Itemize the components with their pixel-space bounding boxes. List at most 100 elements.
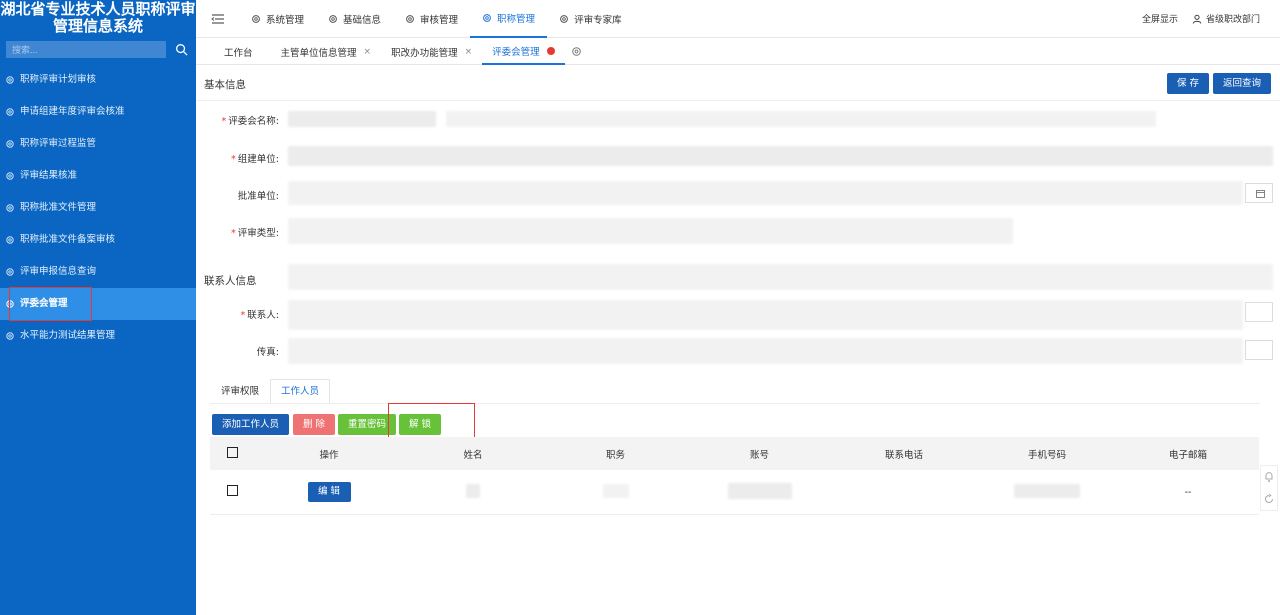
- committee-name-value-extra: [446, 111, 1156, 127]
- refresh-icon[interactable]: [1264, 494, 1274, 504]
- back-to-query-button[interactable]: 返回查询: [1213, 73, 1271, 94]
- gear-icon: [6, 140, 14, 148]
- close-icon[interactable]: ×: [364, 47, 372, 57]
- sidebar-item-declaration-query[interactable]: 评审申报信息查询: [0, 256, 196, 288]
- column-header-account: 账号: [749, 449, 769, 461]
- fax-value: [288, 338, 1243, 364]
- gear-icon: [6, 332, 14, 340]
- tab-settings-icon[interactable]: [571, 46, 582, 57]
- menu-toggle-icon[interactable]: [211, 13, 225, 25]
- table-header: 操作 姓名 职务 账号 联系电话 手机号码 电子邮箱: [210, 437, 1259, 470]
- gear-icon: [6, 204, 14, 212]
- gear-icon: [329, 14, 337, 23]
- subtab-staff[interactable]: 工作人员: [270, 379, 331, 403]
- org-unit-label: * 组建单位:: [231, 154, 279, 165]
- table-row: 编 辑 --: [210, 470, 1259, 515]
- org-unit-value: [288, 146, 1273, 166]
- gear-icon: [6, 76, 14, 84]
- top-menu-label: 系统管理: [266, 14, 305, 26]
- gear-icon: [6, 268, 14, 276]
- top-menu-expert-pool[interactable]: 评审专家库: [547, 0, 634, 38]
- gear-icon: [6, 172, 14, 180]
- contact-person-input[interactable]: [1245, 302, 1273, 322]
- add-staff-button[interactable]: 添加工作人员: [212, 414, 289, 435]
- column-header-position: 职务: [605, 449, 625, 461]
- sidebar-item-label: 职称评审过程监管: [20, 138, 97, 149]
- sidebar-item-annual-committee[interactable]: 申请组建年度评审会核准: [0, 96, 196, 128]
- review-type-value: [288, 218, 1013, 244]
- top-menu: 系统管理 基础信息 审核管理 职称管理 评审专家库: [239, 0, 634, 38]
- sidebar-item-docs-filing[interactable]: 职称批准文件备案审核: [0, 224, 196, 256]
- sidebar-item-label: 职称批准文件备案审核: [20, 234, 116, 245]
- bell-icon[interactable]: [1264, 471, 1274, 483]
- top-right: 全屏显示 省级职改部门: [1142, 12, 1280, 25]
- delete-button[interactable]: 删 除: [293, 414, 335, 435]
- row-checkbox[interactable]: [227, 485, 238, 496]
- basic-info-title: 基本信息: [204, 79, 246, 91]
- contact-info-title: 联系人信息: [204, 275, 257, 287]
- review-type-label: * 评审类型:: [231, 228, 279, 239]
- name-value: [466, 483, 480, 498]
- search-input[interactable]: [6, 41, 166, 58]
- user-name: 省级职改部门: [1205, 15, 1260, 25]
- sidebar-item-label: 职称评审计划审核: [20, 74, 97, 85]
- divider: [196, 100, 1280, 101]
- approve-unit-label: 批准单位:: [237, 191, 279, 202]
- tab-workbench[interactable]: 工作台: [214, 39, 263, 65]
- close-icon[interactable]: ×: [465, 47, 473, 57]
- floating-tools: [1260, 465, 1278, 511]
- column-header-phone: 联系电话: [884, 449, 923, 461]
- column-header-name: 姓名: [463, 449, 483, 461]
- contact-person-value: [288, 300, 1243, 330]
- sidebar-highlight-box: [9, 287, 92, 321]
- close-icon[interactable]: [546, 46, 555, 55]
- top-menu-basic-info[interactable]: 基础信息: [316, 0, 393, 38]
- sidebar-item-result-approval[interactable]: 评审结果核准: [0, 160, 196, 192]
- sidebar-item-process-supervision[interactable]: 职称评审过程监管: [0, 128, 196, 160]
- app-title: 湖北省专业技术人员职称评审管理信息系统: [0, 0, 196, 35]
- top-menu-system[interactable]: 系统管理: [239, 0, 316, 38]
- top-menu-label: 审核管理: [420, 14, 459, 26]
- gear-icon: [6, 236, 14, 244]
- column-header-action: 操作: [319, 449, 339, 461]
- sidebar-item-ability-test[interactable]: 水平能力测试结果管理: [0, 320, 196, 352]
- tab-label: 主管单位信息管理: [280, 47, 357, 59]
- column-header-email: 电子邮箱: [1168, 449, 1207, 461]
- search-icon[interactable]: [175, 43, 188, 56]
- sidebar-item-label: 评审申报信息查询: [20, 266, 97, 277]
- gear-icon: [483, 13, 491, 22]
- sidebar-item-approval-docs[interactable]: 职称批准文件管理: [0, 192, 196, 224]
- top-menu-review[interactable]: 审核管理: [393, 0, 470, 38]
- top-menu-label: 基础信息: [343, 14, 382, 26]
- user-icon: [1192, 14, 1202, 24]
- staff-table: 操作 姓名 职务 账号 联系电话 手机号码 电子邮箱 编 辑 --: [210, 437, 1259, 515]
- tab-committee-management[interactable]: 评委会管理: [482, 39, 565, 65]
- divider: [210, 403, 1260, 404]
- fax-input[interactable]: [1245, 340, 1273, 360]
- sidebar-item-label: 评审结果核准: [20, 170, 78, 181]
- edit-button[interactable]: 编 辑: [307, 482, 351, 502]
- fullscreen-button[interactable]: 全屏显示: [1142, 12, 1178, 25]
- tab-label: 职改办功能管理: [391, 47, 458, 59]
- calendar-icon: [1256, 190, 1265, 198]
- main-content: 基本信息 保 存 返回查询 * 评委会名称: * 组建单位: 批准单位: * 评审类型…: [196, 66, 1280, 615]
- tab-office-function[interactable]: 职改办功能管理 ×: [381, 39, 482, 65]
- top-menu-title-management[interactable]: 职称管理: [470, 0, 548, 38]
- date-picker[interactable]: [1245, 183, 1273, 203]
- select-all-checkbox[interactable]: [227, 446, 238, 458]
- user-menu[interactable]: 省级职改部门: [1192, 12, 1260, 25]
- column-header-mobile: 手机号码: [1027, 449, 1066, 461]
- top-menu-label: 职称管理: [497, 13, 536, 25]
- gear-icon: [252, 14, 260, 23]
- tab-unit-info[interactable]: 主管单位信息管理 ×: [271, 39, 382, 65]
- gear-icon: [6, 108, 14, 116]
- sidebar-search: [6, 41, 190, 58]
- tab-label: 工作台: [224, 47, 253, 59]
- save-button[interactable]: 保 存: [1167, 73, 1209, 94]
- committee-name-label: * 评委会名称:: [221, 116, 279, 127]
- committee-name-value: [288, 111, 436, 127]
- subtab-review-permission[interactable]: 评审权限: [210, 379, 270, 403]
- email-value: --: [1184, 486, 1192, 498]
- top-bar: 系统管理 基础信息 审核管理 职称管理 评审专家库 全屏显示 省级职改部门: [196, 0, 1280, 38]
- sidebar-item-plan-review[interactable]: 职称评审计划审核: [0, 64, 196, 96]
